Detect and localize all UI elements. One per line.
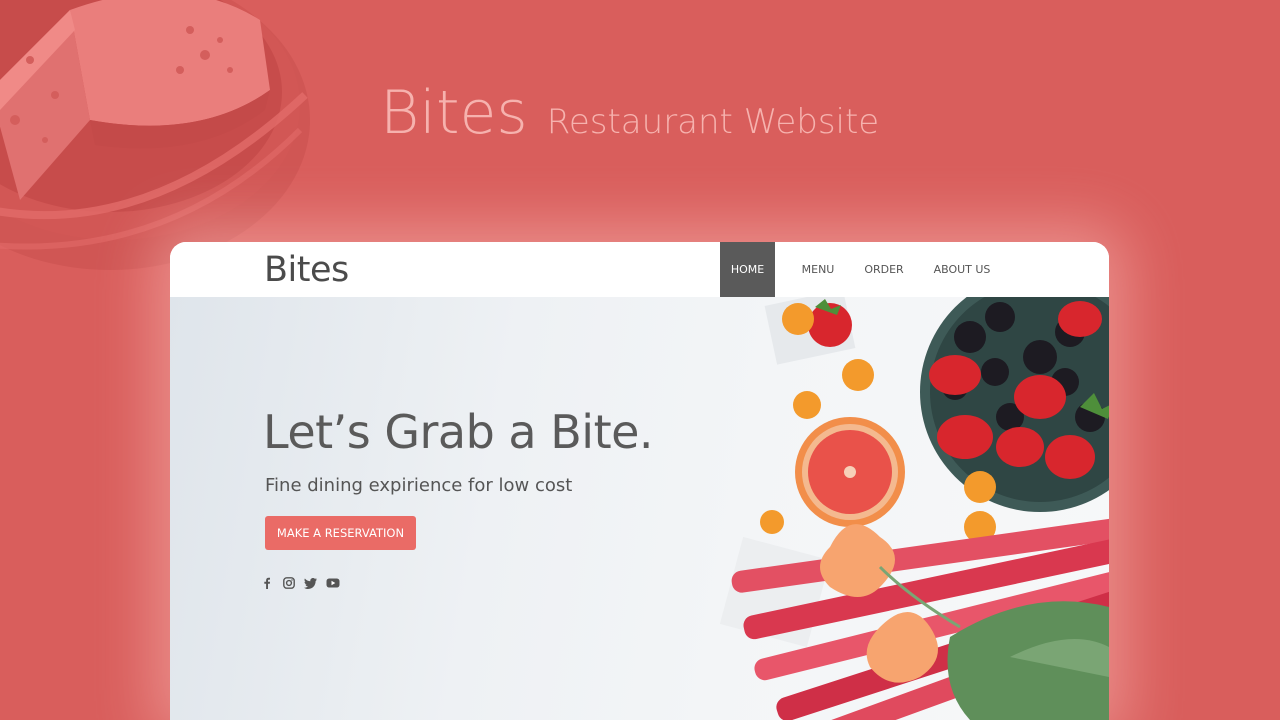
- youtube-icon[interactable]: [326, 577, 340, 589]
- food-photo: [719, 297, 1109, 720]
- site-navbar: Bites HOME MENU ORDER ABOUT US: [170, 242, 1109, 297]
- hero-section: Let’s Grab a Bite. Fine dining expirienc…: [170, 297, 1109, 720]
- website-preview: Bites HOME MENU ORDER ABOUT US Let’s Gra…: [170, 242, 1109, 720]
- showcase-title-sub: Restaurant Website: [546, 102, 880, 142]
- make-reservation-button[interactable]: MAKE A RESERVATION: [265, 516, 416, 550]
- nav-menu[interactable]: MENU: [798, 242, 838, 297]
- showcase-title-main: Bites: [380, 78, 528, 148]
- facebook-icon[interactable]: [263, 577, 271, 589]
- twitter-icon[interactable]: [304, 577, 317, 589]
- nav-home[interactable]: HOME: [720, 242, 775, 297]
- hero-headline: Let’s Grab a Bite.: [263, 405, 654, 459]
- nav-about-us[interactable]: ABOUT US: [932, 242, 992, 297]
- showcase-title: Bites Restaurant Website: [380, 78, 879, 148]
- cake-illustration: [0, 0, 310, 270]
- nav-order[interactable]: ORDER: [862, 242, 906, 297]
- site-logo[interactable]: Bites: [264, 250, 349, 290]
- hero-subheadline: Fine dining expirience for low cost: [265, 475, 573, 496]
- instagram-icon[interactable]: [283, 577, 295, 589]
